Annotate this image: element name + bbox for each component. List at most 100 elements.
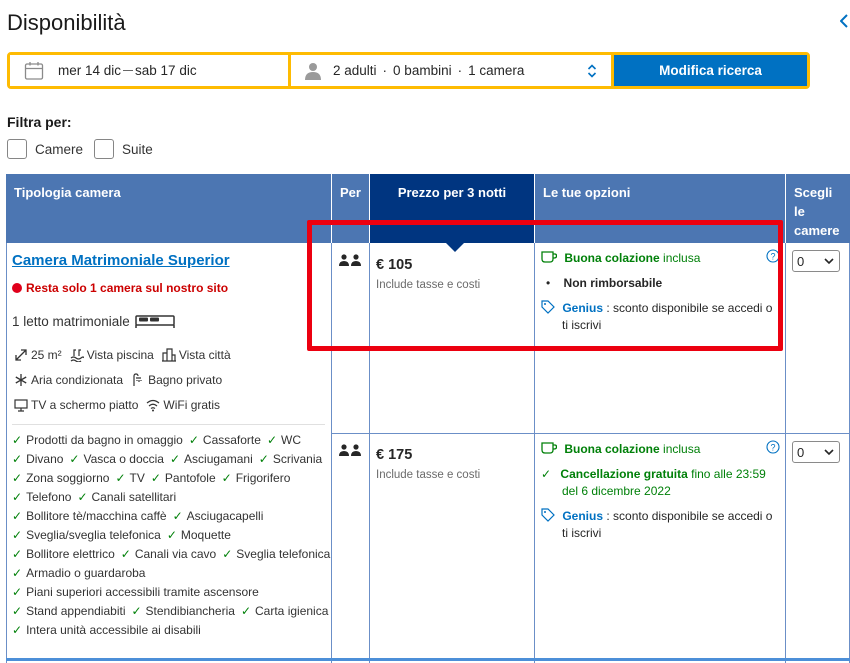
availability-warning: Resta solo 1 camera sul nostro sito [12, 281, 228, 295]
filter-suite[interactable]: Suite [94, 139, 153, 159]
date-picker[interactable]: mer 14 dic sab 17 dic [10, 55, 288, 86]
filter-suite-label: Suite [122, 141, 153, 157]
red-dot-icon [12, 283, 22, 293]
filter-rooms[interactable]: Camere [7, 139, 83, 159]
guests-selector[interactable]: 2 adulti · 0 bambini · 1 camera [291, 55, 611, 86]
amenities-row: ✓ Piani superiori accessibili tramite asc… [12, 585, 265, 599]
check-icon: ✓ [258, 452, 269, 466]
facility-private-bath: Bagno privato [131, 373, 222, 387]
amenity-item: Pantofole [164, 471, 216, 485]
filter-rooms-label: Camere [35, 141, 84, 157]
check-icon: ✓ [115, 471, 126, 485]
check-icon: ✓ [12, 490, 23, 504]
amenity-item: Piani superiori accessibili tramite asce… [26, 585, 259, 599]
check-icon: ✓ [12, 566, 23, 580]
offer2-price: € 175 [376, 447, 413, 463]
amenities-row: ✓ Sveglia/sveglia telefonica ✓ Moquette [12, 528, 237, 542]
coffee-cup-icon [541, 442, 558, 454]
amenity-item: Armadio o guardaroba [26, 566, 146, 580]
table-bottom-border [6, 658, 850, 661]
check-icon: ✓ [131, 604, 142, 618]
chevron-updown-icon [587, 64, 597, 78]
check-icon: ✓ [12, 604, 23, 618]
facility-ac: Aria condizionata [14, 373, 123, 387]
check-icon: ✓ [541, 467, 552, 481]
double-bed-icon [135, 315, 175, 328]
check-icon: ✓ [150, 471, 161, 485]
offer1-room-select[interactable]: 0 [792, 250, 840, 272]
highlight-annotation-box [307, 220, 783, 351]
amenity-item: Scrivania [272, 452, 323, 466]
check-icon: ✓ [188, 433, 199, 447]
filter-rooms-checkbox[interactable] [7, 139, 27, 159]
filter-suite-checkbox[interactable] [94, 139, 114, 159]
amenity-item: Stendibiancheria [145, 604, 235, 618]
amenity-item: Carta igienica [255, 604, 329, 618]
amenities-row: ✓ Zona soggiorno ✓ TV ✓ Pantofole ✓ Frigorifero [12, 471, 296, 485]
facility-city-view: Vista città [161, 348, 231, 362]
amenities-row: ✓ Stand appendiabiti ✓ Stendibiancheria ✓ Car… [12, 604, 334, 618]
header-room-type: Tipologia camera [6, 174, 331, 243]
check-icon: ✓ [12, 585, 23, 599]
col-border [6, 243, 7, 663]
wifi-icon [147, 399, 160, 412]
dot-separator: · [382, 63, 388, 78]
amenity-item: Stand appendiabiti [26, 604, 126, 618]
size-icon [15, 349, 27, 361]
facilities-separator [12, 424, 325, 425]
amenities-row: ✓ Bollitore tè/macchina caffè ✓ Asciugacape… [12, 509, 269, 523]
amenities-row: ✓ Telefono ✓ Canali satellitari [12, 490, 182, 504]
shower-icon [133, 373, 142, 386]
check-icon: ✓ [77, 490, 88, 504]
check-icon: ✓ [12, 509, 23, 523]
room-name-link[interactable]: Camera Matrimoniale Superior [12, 252, 230, 269]
amenity-item: Bollitore elettrico [26, 547, 115, 561]
page-title: Disponibilità [7, 10, 126, 35]
tv-icon [14, 399, 28, 412]
check-icon: ✓ [12, 547, 23, 561]
amenities-row: ✓ Intera unità accessibile ai disabili [12, 623, 207, 637]
two-persons-icon [339, 444, 361, 456]
chevron-down-icon [824, 449, 834, 456]
amenity-item: Prodotti da bagno in omaggio [26, 433, 183, 447]
facility-pool-view: Vista piscina [70, 348, 154, 362]
amenity-item: Divano [26, 452, 64, 466]
date-separator [123, 70, 134, 71]
check-icon: ✓ [120, 547, 131, 561]
city-icon [161, 348, 176, 362]
filter-title: Filtra per: [7, 114, 72, 130]
snowflake-icon [15, 374, 27, 386]
facility-tv: TV a schermo piatto [14, 398, 138, 412]
amenity-item: Cassaforte [202, 433, 261, 447]
offer2-room-select[interactable]: 0 [792, 441, 840, 463]
offer2-cancellation: ✓ Cancellazione gratuita fino alle 23:59… [541, 467, 766, 498]
amenity-item: Bollitore tè/macchina caffè [26, 509, 167, 523]
amenity-item: Frigorifero [235, 471, 291, 485]
check-icon: ✓ [12, 433, 23, 447]
amenities-row: ✓ Bollitore elettrico ✓ Canali via cavo ✓ Sve… [12, 547, 336, 561]
amenity-item: WC [281, 433, 301, 447]
check-icon: ✓ [166, 528, 177, 542]
offer2-breakfast: Buona colazione inclusa [541, 441, 700, 458]
checkin-date: mer 14 dic [58, 63, 122, 78]
amenity-item: Canali via cavo [134, 547, 217, 561]
amenity-item: TV [129, 471, 145, 485]
amenities-row: ✓ Prodotti da bagno in omaggio ✓ Cassaforte… [12, 433, 307, 447]
tag-icon [541, 508, 555, 522]
calendar-icon [24, 61, 44, 80]
adults-count: 2 adulti [333, 63, 377, 78]
availability-text: Resta solo 1 camera sul nostro sito [26, 281, 229, 295]
amenity-item: Moquette [180, 528, 231, 542]
amenity-item: Sveglia telefonica [236, 547, 331, 561]
dot-separator: · [457, 63, 463, 78]
bed-info: 1 letto matrimoniale [12, 313, 175, 329]
question-icon[interactable]: ? [766, 440, 780, 454]
check-icon: ✓ [12, 452, 23, 466]
amenities-row: ✓ Armadio o guardaroba [12, 566, 151, 580]
chevron-left-icon[interactable] [840, 14, 848, 28]
check-icon: ✓ [240, 604, 252, 618]
amenity-item: Telefono [26, 490, 72, 504]
amenity-item: Intera unità accessibile ai disabili [26, 623, 201, 637]
header-choose: Scegli le camere [786, 174, 850, 243]
modify-search-button[interactable]: Modifica ricerca [614, 55, 807, 86]
